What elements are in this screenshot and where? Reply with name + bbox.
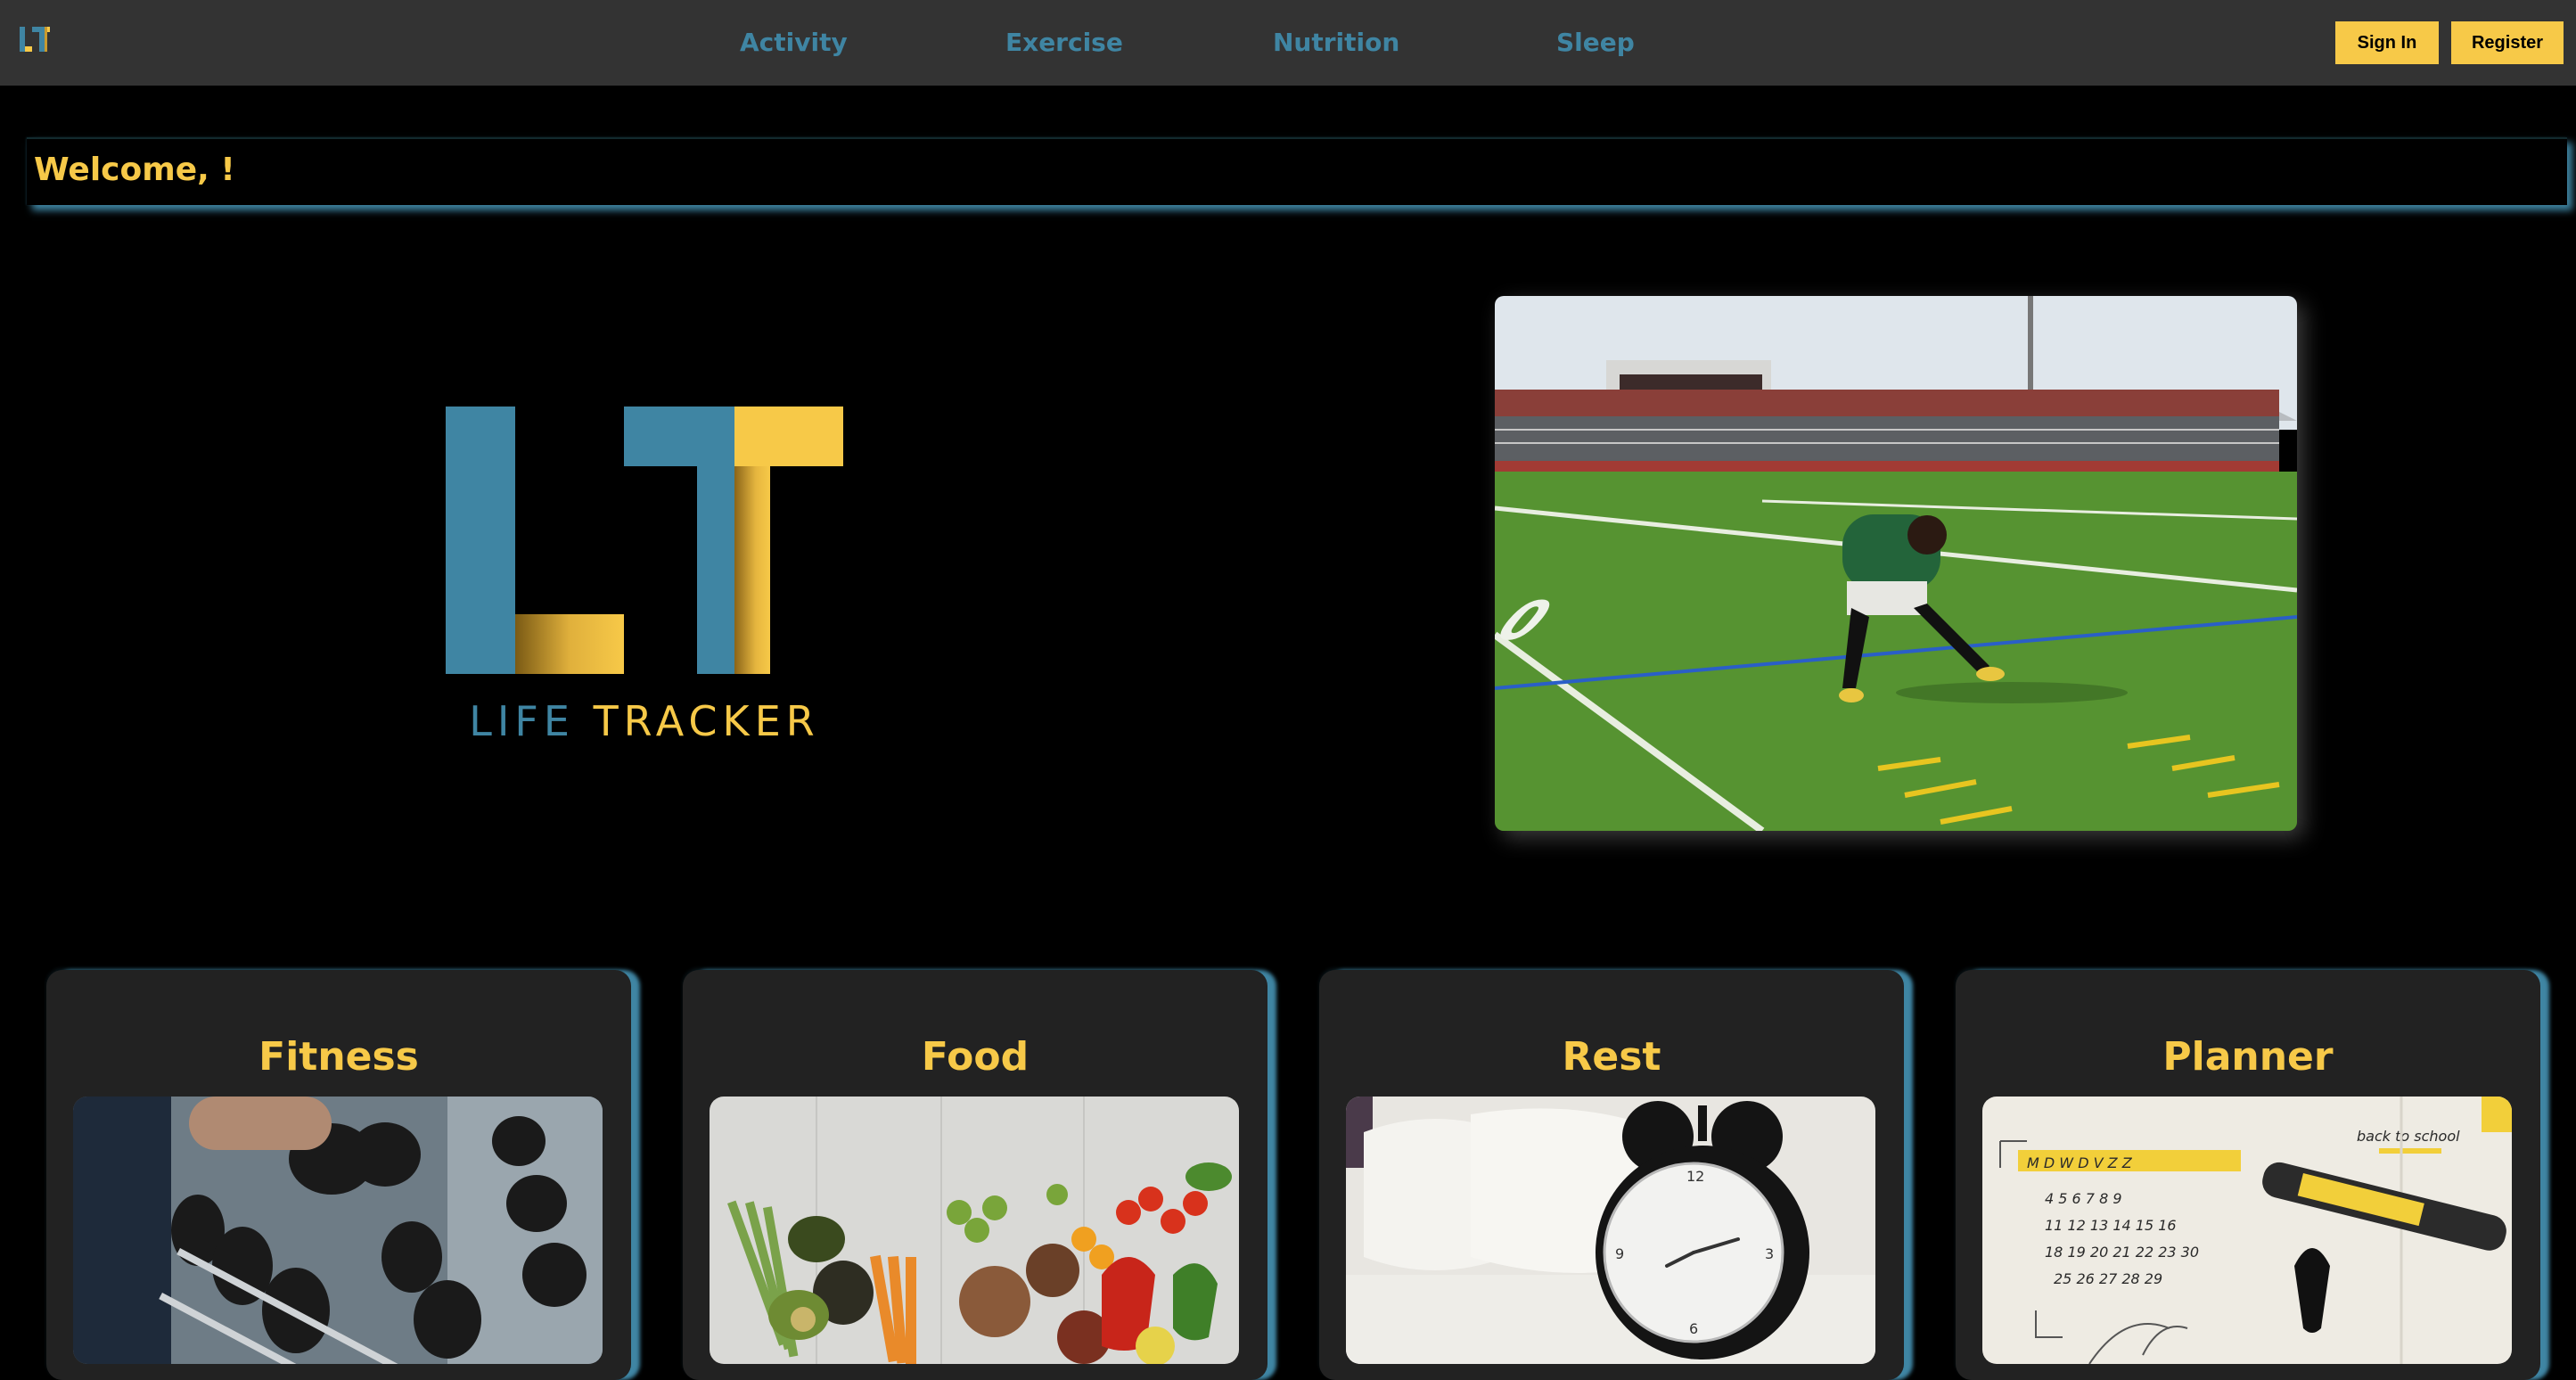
- logo-word-tracker: TRACKER: [593, 697, 820, 745]
- card-title-rest: Rest: [1562, 1034, 1661, 1080]
- card-food[interactable]: Food: [683, 970, 1267, 1380]
- sign-in-button[interactable]: Sign In: [2335, 21, 2439, 64]
- life-tracker-logo: LIFE TRACKER: [446, 407, 843, 754]
- svg-text:9: 9: [1615, 1245, 1624, 1262]
- svg-text:11 12 13 14 15 16: 11 12 13 14 15 16: [2045, 1217, 2177, 1234]
- card-title-planner: Planner: [2162, 1034, 2334, 1080]
- svg-text:4 5 6 7 8 9: 4 5 6 7 8 9: [2045, 1190, 2122, 1207]
- svg-text:12: 12: [1686, 1168, 1704, 1185]
- card-fitness[interactable]: Fitness: [46, 970, 631, 1380]
- svg-text:18 19 20 21 22 23 30: 18 19 20 21 22 23 30: [2045, 1244, 2199, 1261]
- svg-text:back to school: back to school: [2357, 1128, 2460, 1145]
- svg-text:3: 3: [1765, 1245, 1774, 1262]
- svg-text:6: 6: [1689, 1320, 1698, 1337]
- dumbbells-photo: [73, 1097, 603, 1364]
- athlete-on-field-photo: 1 0: [1495, 296, 2297, 831]
- svg-text:25 26 27 28 29: 25 26 27 28 29: [2054, 1270, 2162, 1287]
- logo-wordmark: LIFE TRACKER: [446, 697, 843, 745]
- svg-text:M D W D V Z Z: M D W D V Z Z: [2027, 1154, 2133, 1171]
- register-button[interactable]: Register: [2451, 21, 2564, 64]
- calendar-planner-photo: M D W D V Z Z 4 5 6 7 8 9 11 12 13 14 15…: [1982, 1097, 2512, 1364]
- card-title-fitness: Fitness: [258, 1034, 419, 1080]
- welcome-text: Welcome, !: [34, 152, 235, 188]
- card-title-food: Food: [921, 1034, 1030, 1080]
- nav-link-nutrition[interactable]: Nutrition: [1273, 25, 1399, 61]
- vegetables-photo: [710, 1097, 1239, 1364]
- logo-word-life: LIFE: [469, 697, 575, 745]
- nav-link-activity[interactable]: Activity: [740, 25, 848, 61]
- alarm-clock-photo: 12 3 6 9: [1346, 1097, 1875, 1364]
- welcome-banner: Welcome, !: [27, 137, 2567, 205]
- nav-link-exercise[interactable]: Exercise: [1005, 25, 1123, 61]
- card-planner[interactable]: Planner M D W D V Z Z 4 5 6 7 8 9 11 12 …: [1956, 970, 2540, 1380]
- nav-logo[interactable]: [18, 25, 53, 55]
- navbar: Activity Exercise Nutrition Sleep Sign I…: [0, 0, 2576, 86]
- nav-link-sleep[interactable]: Sleep: [1556, 25, 1635, 61]
- card-rest[interactable]: Rest 12 3 6 9: [1319, 970, 1904, 1380]
